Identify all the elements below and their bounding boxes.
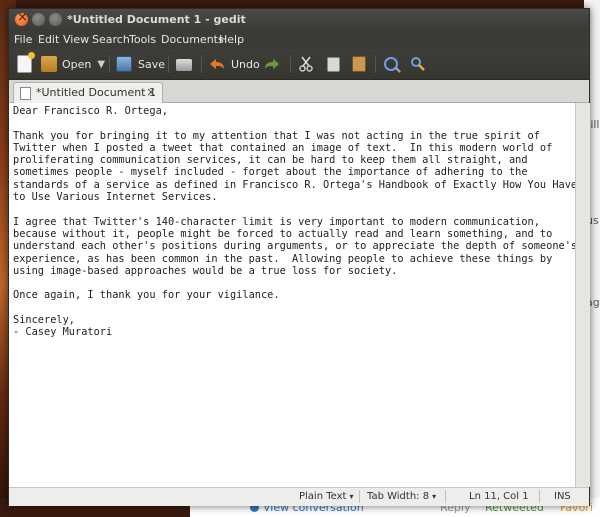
undo-button[interactable]: Undo xyxy=(208,55,260,73)
dropdown-arrow-icon: ▾ xyxy=(349,492,354,501)
status-bar: Plain Text ▾ Tab Width: 8 ▾ Ln 11, Col 1 I… xyxy=(9,487,589,506)
tab-width-selector[interactable]: Tab Width: 8 ▾ xyxy=(367,491,436,502)
save-button[interactable]: Save xyxy=(116,55,165,73)
language-selector[interactable]: Plain Text ▾ xyxy=(299,491,353,502)
print-button[interactable] xyxy=(176,55,192,73)
tab-close-icon[interactable]: × xyxy=(146,85,156,99)
dropdown-arrow-icon: ▾ xyxy=(432,492,437,501)
window-minimize-button[interactable] xyxy=(32,13,45,26)
menu-file[interactable]: File xyxy=(14,33,32,46)
insert-mode: INS xyxy=(554,491,571,502)
document-icon xyxy=(20,87,31,100)
gedit-window: *Untitled Document 1 - gedit File Edit V… xyxy=(8,8,590,506)
menu-documents[interactable]: Documents xyxy=(161,33,224,46)
menu-tools[interactable]: Tools xyxy=(129,33,156,46)
toolbar: Open ▼ Save Undo xyxy=(9,49,589,80)
undo-icon xyxy=(210,59,224,69)
search-icon xyxy=(384,57,398,71)
title-bar[interactable]: *Untitled Document 1 - gedit xyxy=(9,9,589,31)
find-replace-icon xyxy=(411,57,425,71)
paste-icon xyxy=(352,56,366,72)
save-icon xyxy=(116,56,132,72)
find-button[interactable] xyxy=(384,55,398,73)
menu-edit[interactable]: Edit xyxy=(38,33,59,46)
document-tab-label: *Untitled Document 1 xyxy=(36,86,156,99)
scissors-icon xyxy=(299,56,313,72)
new-document-button[interactable] xyxy=(17,52,35,73)
redo-button[interactable] xyxy=(263,55,281,73)
open-dropdown-icon[interactable]: ▼ xyxy=(97,59,105,70)
menu-help[interactable]: Help xyxy=(219,33,244,46)
copy-icon xyxy=(327,56,340,72)
menu-view[interactable]: View xyxy=(63,33,89,46)
menu-bar: File Edit View Search Tools Documents He… xyxy=(9,31,589,49)
text-editor-area[interactable]: Dear Francisco R. Ortega, Thank you for … xyxy=(9,103,575,487)
document-tab-bar: *Untitled Document 1 × xyxy=(9,80,589,103)
vertical-scrollbar[interactable] xyxy=(575,103,590,487)
document-text[interactable]: Dear Francisco R. Ortega, Thank you for … xyxy=(9,103,575,339)
replace-button[interactable] xyxy=(410,55,426,73)
copy-button[interactable] xyxy=(327,55,340,73)
cursor-position: Ln 11, Col 1 xyxy=(469,491,529,502)
window-maximize-button[interactable] xyxy=(49,13,62,26)
printer-icon xyxy=(176,59,192,71)
folder-icon xyxy=(41,56,57,72)
cut-button[interactable] xyxy=(299,55,313,73)
open-button[interactable]: Open ▼ xyxy=(41,55,105,73)
window-close-button[interactable] xyxy=(15,10,28,26)
document-tab[interactable]: *Untitled Document 1 × xyxy=(13,82,163,103)
window-title: *Untitled Document 1 - gedit xyxy=(67,13,246,26)
menu-search[interactable]: Search xyxy=(92,33,130,46)
redo-icon xyxy=(265,59,279,69)
paste-button[interactable] xyxy=(352,55,366,73)
new-document-icon xyxy=(17,52,35,73)
